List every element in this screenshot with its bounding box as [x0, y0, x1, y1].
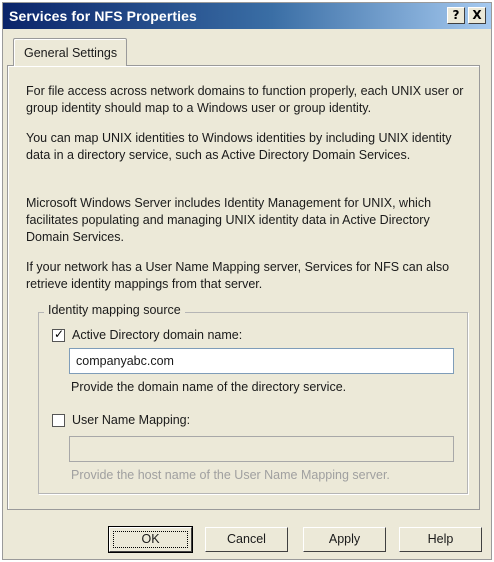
- checkmark-icon: ✓: [54, 327, 65, 341]
- apply-button[interactable]: Apply: [303, 527, 386, 552]
- close-icon[interactable]: X: [468, 7, 486, 24]
- ad-domain-input[interactable]: companyabc.com: [69, 348, 454, 374]
- user-name-mapping-label[interactable]: User Name Mapping:: [72, 413, 190, 427]
- group-title: Identity mapping source: [44, 303, 185, 317]
- intro-paragraph: For file access across network domains t…: [26, 84, 464, 115]
- ad-domain-checkbox[interactable]: ✓: [52, 327, 65, 342]
- user-name-mapping-help: Provide the host name of the User Name M…: [71, 468, 390, 482]
- ad-domain-help: Provide the domain name of the directory…: [71, 380, 347, 394]
- help-title-button[interactable]: ?: [447, 7, 465, 24]
- ad-domain-label[interactable]: Active Directory domain name:: [72, 328, 242, 342]
- window-title: Services for NFS Properties: [9, 8, 197, 24]
- directory-paragraph: You can map UNIX identities to Windows i…: [26, 131, 452, 162]
- tab-general-settings[interactable]: General Settings: [13, 38, 127, 66]
- help-button[interactable]: Help: [399, 527, 482, 552]
- tab-label: General Settings: [24, 46, 118, 60]
- user-name-mapping-input[interactable]: [69, 436, 454, 462]
- idmu-paragraph: Microsoft Windows Server includes Identi…: [26, 196, 432, 244]
- cancel-button[interactable]: Cancel: [205, 527, 288, 552]
- ad-domain-value: companyabc.com: [76, 354, 174, 368]
- user-name-mapping-checkbox[interactable]: [52, 414, 65, 427]
- ok-button[interactable]: OK: [108, 526, 193, 553]
- title-bar[interactable]: Services for NFS Properties ? X: [3, 3, 491, 29]
- unm-paragraph: If your network has a User Name Mapping …: [26, 260, 450, 291]
- focus-ring: [113, 531, 188, 548]
